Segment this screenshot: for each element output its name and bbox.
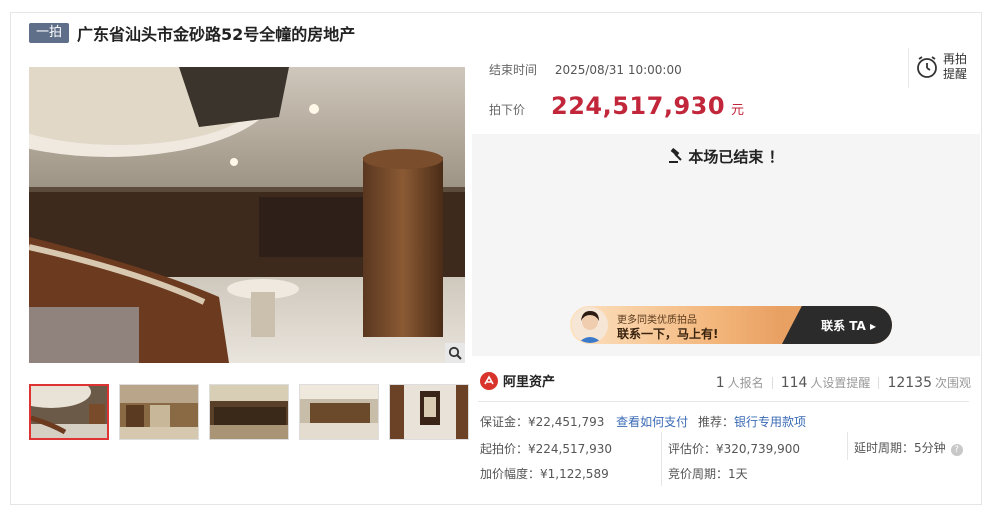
currency-unit: 元 bbox=[731, 103, 745, 118]
thumbnail-5[interactable] bbox=[389, 384, 469, 440]
thumbnail-1[interactable] bbox=[29, 384, 109, 440]
banner-subtitle: 更多同类优质拍品 bbox=[617, 315, 697, 326]
brand-mark bbox=[484, 374, 494, 384]
deposit-row: 保证金：¥22,451,793 查看如何支付 推荐：银行专用款项 bbox=[480, 413, 806, 430]
thumbnail-strip bbox=[29, 384, 479, 440]
deposit-value: 保证金：¥22,451,793 bbox=[480, 415, 605, 429]
page-title: 广东省汕头市金砂路52号全幢的房地产 bbox=[77, 25, 356, 44]
remind-label: 再拍提醒 bbox=[943, 52, 968, 81]
thumbnail-image bbox=[31, 386, 107, 438]
alarm-clock-icon bbox=[917, 56, 937, 78]
remind-button[interactable]: 再拍提醒 bbox=[915, 52, 969, 82]
column-divider bbox=[847, 432, 848, 460]
divider bbox=[908, 48, 909, 88]
thumbnail-4[interactable] bbox=[299, 384, 379, 440]
thumbnail-2[interactable] bbox=[119, 384, 199, 440]
agent-avatar bbox=[572, 307, 608, 343]
agent-portrait bbox=[572, 307, 608, 343]
gavel-icon bbox=[669, 147, 683, 163]
reminder-label: 人设置提醒 bbox=[810, 376, 871, 390]
signup-label: 人报名 bbox=[727, 376, 764, 390]
final-price-label: 拍下价 bbox=[489, 103, 526, 117]
start-price: 起拍价：¥224,517,930 bbox=[480, 442, 612, 456]
thumbnail-image bbox=[390, 385, 468, 439]
magnifier-icon bbox=[448, 346, 462, 360]
end-time-label: 结束时间 bbox=[489, 63, 538, 77]
auction-round-badge: 一拍 bbox=[29, 23, 70, 43]
contact-banner[interactable]: 更多同类优质拍品 联系一下，马上有! 联系 TA ▸ bbox=[570, 306, 892, 344]
recommend-label: 推荐： bbox=[698, 415, 735, 429]
divider bbox=[478, 401, 969, 402]
delay-period: 延时周期：5分钟? bbox=[854, 439, 963, 456]
column-divider bbox=[661, 432, 662, 486]
auction-status-text: 本场已结束 ！ bbox=[688, 148, 784, 166]
seller-brand[interactable]: 阿里资产 bbox=[480, 371, 555, 390]
end-time-row: 结束时间 2025/08/31 10:00:00 bbox=[489, 61, 682, 78]
delay-period-text: 延时周期：5分钟 bbox=[854, 441, 946, 455]
banner-title: 联系一下，马上有! bbox=[617, 327, 719, 341]
main-photo[interactable] bbox=[29, 67, 465, 363]
view-label: 次围观 bbox=[934, 376, 971, 390]
lobby-photo-illustration bbox=[29, 67, 465, 363]
contact-ta-button[interactable]: 联系 TA ▸ bbox=[821, 317, 876, 334]
bank-funds-link[interactable]: 银行专用款项 bbox=[734, 415, 806, 429]
ali-asset-logo bbox=[480, 371, 498, 390]
question-icon[interactable]: ? bbox=[950, 444, 963, 456]
stats-divider bbox=[771, 376, 773, 389]
signup-count: 1 bbox=[715, 375, 725, 391]
thumbnail-3[interactable] bbox=[209, 384, 289, 440]
bid-increment: 加价幅度：¥1,122,589 bbox=[480, 467, 609, 481]
final-price-row: 拍下价 224,517,930 元 bbox=[489, 92, 744, 120]
brand-name: 阿里资产 bbox=[503, 375, 556, 390]
thumbnail-image bbox=[120, 385, 198, 439]
bid-period: 竞价周期：1天 bbox=[668, 467, 748, 481]
thumbnail-image bbox=[210, 385, 288, 439]
thumbnail-image bbox=[300, 385, 378, 439]
appraisal-price: 评估价：¥320,739,900 bbox=[668, 442, 800, 456]
how-to-pay-link[interactable]: 查看如何支付 bbox=[616, 415, 688, 429]
title-row: 一拍 广东省汕头市金砂路52号全幢的房地产 bbox=[29, 22, 355, 44]
auction-ended-notice: 本场已结束 ！ bbox=[472, 146, 980, 167]
zoom-button[interactable] bbox=[445, 343, 465, 363]
reminder-count: 114 bbox=[780, 375, 808, 391]
end-time-value: 2025/08/31 10:00:00 bbox=[554, 63, 682, 77]
view-count: 12135 bbox=[887, 375, 932, 391]
final-price-value: 224,517,930 bbox=[551, 92, 726, 120]
auction-stats: 1 人报名 114 人设置提醒 12135 次围观 bbox=[716, 374, 971, 391]
stats-divider bbox=[878, 376, 880, 389]
